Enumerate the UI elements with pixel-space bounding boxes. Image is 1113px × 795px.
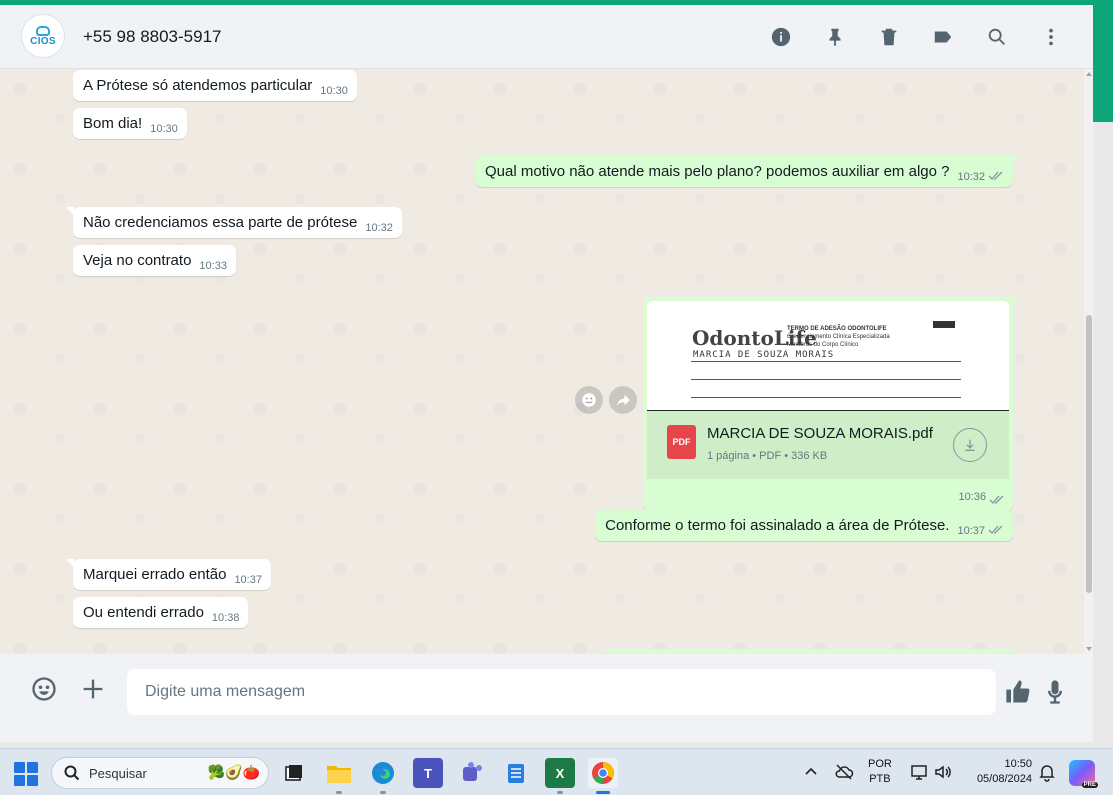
preview-name-field: MARCIA DE SOUZA MORAIS — [693, 350, 835, 360]
download-icon — [965, 439, 975, 451]
download-button[interactable] — [953, 428, 987, 462]
preview-line — [691, 379, 961, 380]
message-time: 10:38 — [211, 612, 240, 624]
chrome-browser-icon[interactable] — [588, 758, 618, 788]
running-indicator — [336, 791, 342, 794]
attach-plus-icon[interactable] — [79, 675, 107, 703]
pin-icon[interactable] — [819, 21, 851, 53]
search-highlight-icon: 🥦🥑🍅 — [207, 764, 260, 780]
message-outgoing[interactable]: Conforme o termo foi assinalado a área d… — [595, 510, 1013, 541]
thumbs-up-icon[interactable] — [1004, 678, 1032, 706]
double-check-icon — [988, 168, 1004, 180]
scroll-down-arrow[interactable] — [1086, 647, 1092, 651]
preview-title: TERMO DE ADESÃO ODONTOLIFE Credenciament… — [787, 326, 890, 348]
message-incoming[interactable]: Não credenciamos essa parte de prótese 10… — [66, 207, 402, 238]
file-explorer-icon[interactable] — [324, 758, 354, 788]
delete-icon[interactable] — [873, 21, 905, 53]
message-composer — [0, 654, 1093, 742]
chat-scrollbar[interactable] — [1084, 69, 1093, 654]
document-file-row[interactable]: PDF MARCIA DE SOUZA MORAIS.pdf 1 página … — [647, 411, 1009, 479]
header-actions — [765, 21, 1067, 53]
message-time: 10:30 — [150, 123, 178, 135]
message-time: 10:33 — [199, 260, 227, 272]
teams-work-icon[interactable]: T — [413, 758, 443, 788]
document-filename: MARCIA DE SOUZA MORAIS.pdf — [707, 425, 933, 442]
task-view-icon[interactable] — [279, 758, 309, 788]
window-side-accent — [1093, 0, 1113, 122]
windows-taskbar: Pesquisar 🥦🥑🍅 T X POR PTB 10:50 05/08/20… — [0, 748, 1113, 795]
message-time: 10:36 — [958, 490, 1005, 505]
document-meta: 1 página • PDF • 336 KB — [707, 450, 828, 462]
running-indicator — [380, 791, 386, 794]
avatar-logo-text: CIOS — [30, 35, 56, 47]
message-time: 10:32 — [957, 171, 985, 183]
message-incoming[interactable]: A Prótese só atendemos particular 10:30 — [73, 70, 357, 101]
message-input[interactable] — [127, 669, 996, 715]
message-incoming[interactable]: Ou entendi errado 10:38 — [73, 597, 249, 628]
contact-avatar[interactable]: CIOS — [21, 14, 65, 58]
message-text: Veja no contrato — [83, 252, 192, 269]
excel-icon[interactable]: X — [545, 758, 575, 788]
message-text: Conforme o termo foi assinalado a área d… — [605, 517, 950, 534]
scrollbar-thumb[interactable] — [1086, 315, 1092, 593]
edge-browser-icon[interactable] — [368, 758, 398, 788]
message-time: 10:37 — [957, 525, 985, 537]
message-time: 10:32 — [365, 222, 393, 234]
teams-icon[interactable] — [457, 758, 487, 788]
double-check-icon — [989, 495, 1005, 505]
preview-line — [691, 397, 961, 398]
copilot-icon[interactable]: PRE — [1069, 760, 1098, 788]
cloud-offline-icon[interactable] — [834, 762, 854, 782]
chat-header: CIOS +55 98 8803-5917 — [0, 5, 1093, 69]
microphone-icon[interactable] — [1041, 678, 1067, 706]
forward-icon[interactable] — [609, 386, 637, 414]
info-icon[interactable] — [765, 21, 797, 53]
document-message[interactable]: OdontoLife TERMO DE ADESÃO ODONTOLIFE Cr… — [643, 297, 1020, 511]
taskbar-search[interactable]: Pesquisar 🥦🥑🍅 — [51, 757, 269, 789]
system-clock[interactable]: 10:50 05/08/2024 — [968, 757, 1032, 787]
menu-kebab-icon[interactable] — [1035, 21, 1067, 53]
taskbar-search-placeholder: Pesquisar — [89, 766, 147, 781]
message-time: 10:30 — [320, 85, 348, 97]
preview-line — [691, 361, 961, 362]
network-icon[interactable] — [910, 762, 930, 782]
whatsapp-window: CIOS +55 98 8803-5917 A Prótese só atend… — [0, 5, 1093, 742]
chat-area[interactable]: A Prótese só atendemos particular 10:30 B… — [0, 69, 1093, 655]
scroll-up-arrow[interactable] — [1086, 72, 1092, 76]
message-text: Qual motivo não atende mais pelo plano? … — [485, 163, 950, 180]
copilot-badge: PRE — [1081, 782, 1098, 788]
message-time: 10:37 — [234, 574, 262, 586]
message-incoming[interactable]: Bom dia! 10:30 — [73, 108, 187, 139]
emoji-react-icon[interactable] — [575, 386, 603, 414]
message-outgoing[interactable]: Qual motivo não atende mais pelo plano? … — [475, 156, 1020, 187]
document-preview[interactable]: OdontoLife TERMO DE ADESÃO ODONTOLIFE Cr… — [647, 301, 1009, 411]
active-app-indicator — [596, 791, 610, 794]
notepad-icon[interactable] — [501, 758, 531, 788]
pdf-file-icon: PDF — [667, 425, 696, 459]
message-text: Bom dia! — [83, 115, 143, 132]
message-text: A Prótese só atendemos particular — [83, 77, 313, 94]
search-icon[interactable] — [981, 21, 1013, 53]
message-incoming[interactable]: Marquei errado então 10:37 — [66, 559, 271, 590]
volume-icon[interactable] — [933, 762, 953, 782]
message-text: Ou entendi errado — [83, 604, 204, 621]
tooth-logo-icon — [36, 25, 50, 36]
running-indicator — [557, 791, 563, 794]
message-text: Não credenciamos essa parte de prótese — [83, 214, 358, 231]
emoji-icon[interactable] — [30, 675, 58, 703]
search-icon — [64, 765, 80, 781]
message-text: Marquei errado então — [83, 566, 227, 583]
keyboard-language[interactable]: POR PTB — [868, 757, 892, 787]
message-incoming[interactable]: Veja no contrato 10:33 — [73, 245, 236, 276]
notification-bell-icon[interactable] — [1037, 762, 1057, 782]
windows-start-icon[interactable] — [14, 762, 38, 786]
label-icon[interactable] — [927, 21, 959, 53]
preview-badge — [933, 321, 955, 328]
contact-name[interactable]: +55 98 8803-5917 — [83, 27, 222, 47]
double-check-icon — [988, 522, 1004, 534]
chevron-up-icon[interactable] — [804, 764, 818, 778]
